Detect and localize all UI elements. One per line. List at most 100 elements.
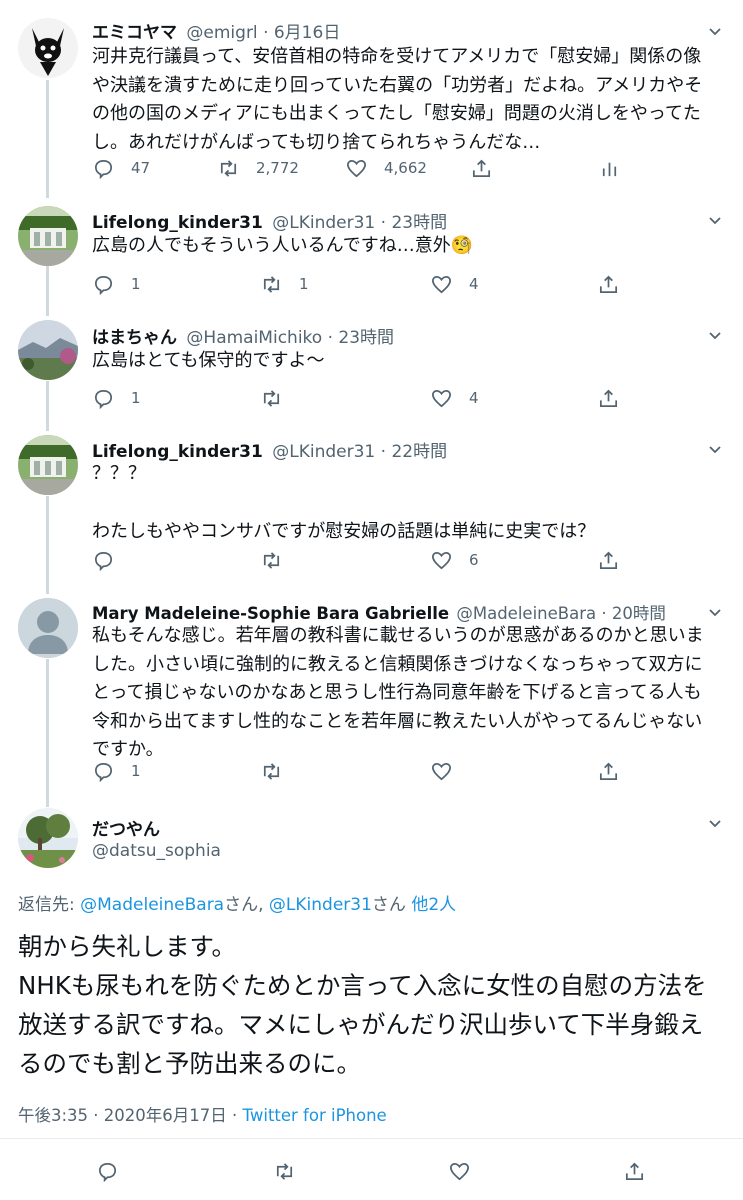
tweet-actions: 6 xyxy=(92,548,652,572)
share-button[interactable] xyxy=(597,759,620,783)
tweet-text: 私もそんな感じ。若年層の教科書に載せるいうのが思惑があるのかと思いました。小さい… xyxy=(92,625,704,760)
heart-icon xyxy=(432,275,451,293)
like-count: 4 xyxy=(469,275,479,293)
user-handle[interactable]: @LKinder31 xyxy=(272,213,375,233)
others-link[interactable]: 他2人 xyxy=(411,895,456,915)
share-button[interactable] xyxy=(623,1159,646,1183)
client-link[interactable]: Twitter for iPhone xyxy=(243,1106,387,1125)
tweet-time[interactable]: · 20時間 xyxy=(601,604,666,623)
tweet-text: 朝から失礼します。 NHKも尿もれを防ぐためとか言って入念に女性の自慰の方法を放… xyxy=(18,932,707,1078)
share-icon xyxy=(599,389,618,407)
share-button[interactable] xyxy=(470,156,493,180)
reply-button[interactable]: 1 xyxy=(92,386,141,410)
tweet-header: はまちゃん @HamaiMichiko · 23時間 xyxy=(92,323,394,348)
reply-count: 1 xyxy=(131,762,141,780)
tweet[interactable]: エミコヤマ @emigrl · 6月16日 河井克行議員って、安倍首相の特命を受… xyxy=(0,0,743,198)
reply-context: 返信先: @MadeleineBaraさん, @LKinder31さん 他2人 xyxy=(18,890,456,915)
reply-button[interactable] xyxy=(96,1159,119,1183)
retweet-button[interactable]: 1 xyxy=(260,272,309,296)
tweet-timestamp[interactable]: 午後3:35 · 2020年6月17日 · xyxy=(18,1106,243,1125)
user-handle[interactable]: @emigrl xyxy=(186,23,257,43)
chevron-down-icon[interactable] xyxy=(707,327,723,343)
tweet-time[interactable]: · 23時間 xyxy=(381,213,447,233)
retweet-icon xyxy=(276,1162,293,1180)
share-icon xyxy=(625,1162,644,1180)
share-button[interactable] xyxy=(597,386,620,410)
tweet-text: 広島はとても保守的ですよ〜 xyxy=(92,350,325,371)
share-button[interactable] xyxy=(597,548,620,572)
tweet-actions: 1 4 xyxy=(92,386,652,410)
reply-count: 1 xyxy=(131,389,141,407)
tweet-header: エミコヤマ @emigrl · 6月16日 xyxy=(92,18,340,43)
retweet-icon xyxy=(263,551,280,569)
avatar[interactable] xyxy=(18,320,78,380)
retweet-icon xyxy=(220,159,237,177)
tweet-time[interactable]: · 6月16日 xyxy=(263,23,340,43)
tweet[interactable]: Lifelong_kinder31 @LKinder31 · 23時間 広島の人… xyxy=(0,198,743,316)
display-name[interactable]: はまちゃん xyxy=(92,328,177,348)
like-button[interactable]: 4,662 xyxy=(345,156,427,180)
reply-button[interactable]: 1 xyxy=(92,759,141,783)
display-name[interactable]: Lifelong_kinder31 xyxy=(92,213,263,233)
like-button[interactable]: 4 xyxy=(430,386,479,410)
tweet-time[interactable]: · 23時間 xyxy=(328,328,394,348)
mention-link[interactable]: @LKinder31 xyxy=(269,895,372,915)
retweet-icon xyxy=(263,389,280,407)
reply-prefix: 返信先: xyxy=(18,895,81,915)
user-handle[interactable]: @MadeleineBara xyxy=(456,604,596,623)
reply-suffix: さん, xyxy=(224,895,269,915)
share-icon xyxy=(599,551,618,569)
retweet-button[interactable]: 2,772 xyxy=(217,156,299,180)
avatar[interactable] xyxy=(18,598,78,658)
like-button[interactable] xyxy=(430,759,453,783)
tweet[interactable]: Mary Madeleine-Sophie Bara Gabrielle @Ma… xyxy=(0,594,743,807)
user-handle[interactable]: @datsu_sophia xyxy=(92,841,221,861)
reply-button[interactable]: 47 xyxy=(92,156,150,180)
heart-icon xyxy=(450,1162,469,1180)
analytics-button[interactable] xyxy=(598,156,621,180)
tweet[interactable]: Lifelong_kinder31 @LKinder31 · 22時間 ？？？ … xyxy=(0,431,743,594)
display-name[interactable]: だつやん xyxy=(92,815,160,840)
display-name[interactable]: エミコヤマ xyxy=(92,23,177,43)
chevron-down-icon[interactable] xyxy=(707,815,723,831)
analytics-icon xyxy=(602,162,617,176)
avatar[interactable] xyxy=(18,435,78,495)
like-button[interactable]: 4 xyxy=(430,272,479,296)
user-handle[interactable]: @HamaiMichiko xyxy=(186,328,322,348)
reply-count: 47 xyxy=(131,159,151,177)
avatar[interactable] xyxy=(18,808,78,868)
like-button[interactable]: 6 xyxy=(430,548,479,572)
display-name[interactable]: Mary Madeleine-Sophie Bara Gabrielle xyxy=(92,604,449,623)
like-count: 4 xyxy=(469,389,479,407)
retweet-button[interactable] xyxy=(273,1159,296,1183)
chevron-down-icon[interactable] xyxy=(707,212,723,228)
reply-icon xyxy=(94,389,113,409)
reply-suffix: さん xyxy=(371,895,412,915)
like-count: 6 xyxy=(469,551,479,569)
chevron-down-icon[interactable] xyxy=(707,441,723,457)
tweet-actions: 1 xyxy=(92,759,652,783)
share-icon xyxy=(599,762,618,780)
avatar[interactable] xyxy=(18,18,78,78)
reply-icon xyxy=(98,1162,117,1182)
chevron-down-icon[interactable] xyxy=(707,604,723,620)
retweet-icon xyxy=(263,762,280,780)
reply-button[interactable]: 1 xyxy=(92,272,141,296)
heart-icon xyxy=(432,762,451,780)
retweet-count: 2,772 xyxy=(256,159,299,177)
retweet-button[interactable] xyxy=(260,548,283,572)
reply-button[interactable] xyxy=(92,548,115,572)
reply-count: 1 xyxy=(131,275,141,293)
tweet[interactable]: はまちゃん @HamaiMichiko · 23時間 広島はとても保守的ですよ〜… xyxy=(0,316,743,431)
retweet-button[interactable] xyxy=(260,759,283,783)
chevron-down-icon[interactable] xyxy=(707,23,723,39)
focused-tweet: だつやん @datsu_sophia 返信先: @MadeleineBaraさん… xyxy=(0,807,743,1200)
like-button[interactable] xyxy=(448,1159,471,1183)
mention-link[interactable]: @MadeleineBara xyxy=(80,895,224,915)
retweet-icon xyxy=(263,275,280,293)
reply-icon xyxy=(94,159,113,179)
retweet-button[interactable] xyxy=(260,386,283,410)
heart-icon xyxy=(432,551,451,569)
avatar[interactable] xyxy=(18,206,78,266)
share-button[interactable] xyxy=(597,272,620,296)
